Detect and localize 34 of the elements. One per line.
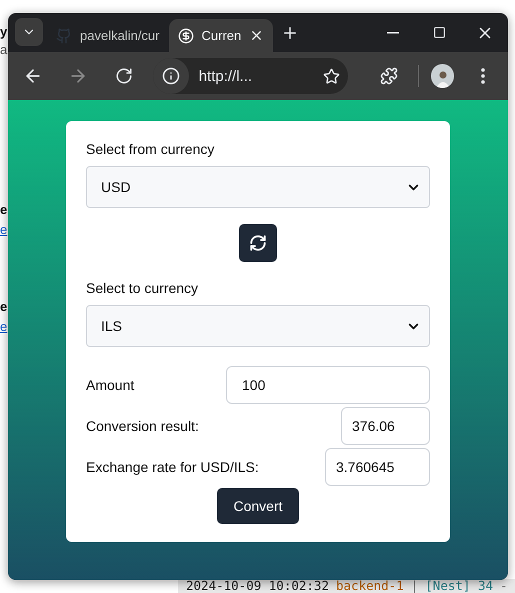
browser-tab[interactable]: pavelkalin/cur [47,19,168,52]
site-info-button[interactable] [152,58,189,94]
currency-select[interactable]: ILS [86,305,430,347]
text: a [0,42,8,57]
amount-input[interactable]: 100 [226,366,430,404]
maximize-icon [432,26,446,39]
field-label: Amount [86,377,134,393]
link[interactable]: e [0,319,8,334]
dollar-icon [178,28,194,44]
menu-icon [481,68,486,84]
swap-button[interactable] [239,224,277,262]
browser-tab[interactable]: Curren [168,19,274,52]
field-label: Select from currency [86,141,216,157]
info-icon [162,67,180,85]
github-icon [56,28,72,44]
avatar[interactable] [430,64,454,88]
field-label: Conversion result: [86,418,199,434]
link[interactable]: e [0,222,8,237]
field-label: Exchange rate for USD/ILS: [86,459,259,475]
text: y [0,24,8,39]
address-bar[interactable]: http://l... [152,58,348,94]
reload-icon [114,67,133,85]
result-field[interactable]: 376.06 [341,407,430,445]
person-icon [436,70,450,88]
star-icon[interactable] [323,68,340,84]
swap-icon [249,234,267,252]
field-label: Select to currency [86,280,200,296]
minimize-icon [387,32,399,34]
currency-select[interactable]: USD [86,166,430,208]
result-field[interactable]: 3.760645 [325,448,430,486]
puzzle-icon [380,67,398,85]
convert-button[interactable]: Convert [217,488,299,524]
text: e [0,202,8,217]
text: e [0,299,8,314]
